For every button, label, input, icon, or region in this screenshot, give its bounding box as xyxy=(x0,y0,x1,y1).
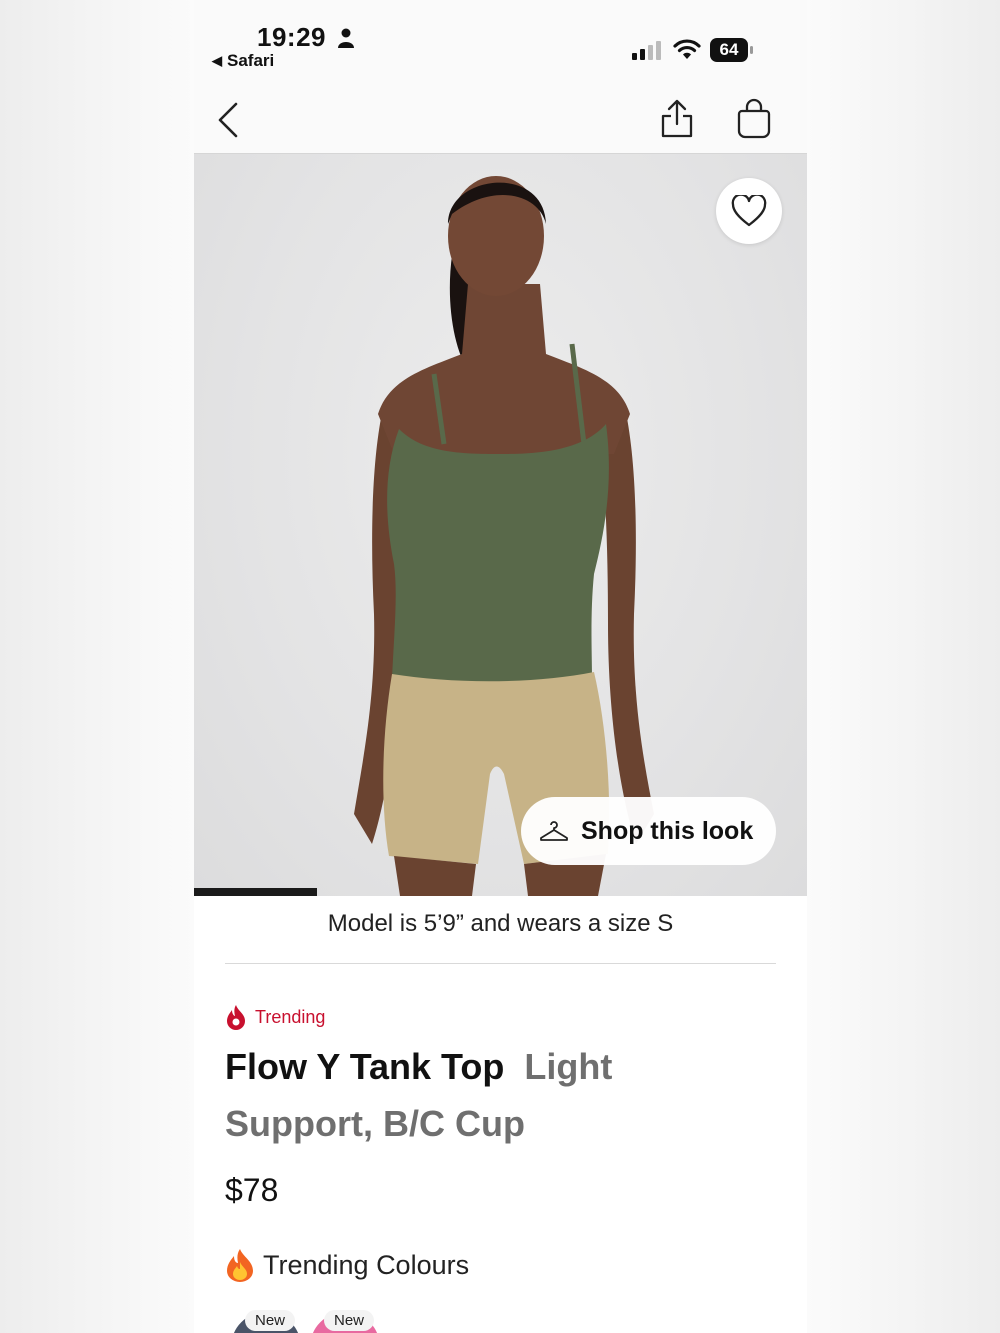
fire-emoji-icon xyxy=(227,1249,253,1282)
trending-label: Trending xyxy=(255,1006,326,1027)
product-name: Flow Y Tank Top xyxy=(225,1046,505,1087)
product-price: $78 xyxy=(225,1172,279,1208)
back-chevron-icon[interactable] xyxy=(214,100,242,140)
hanger-icon xyxy=(540,821,568,841)
shopping-bag-icon[interactable] xyxy=(736,98,772,140)
product-title: Flow Y Tank Top Light Support, B/C Cup xyxy=(225,1038,745,1152)
divider xyxy=(225,963,776,964)
product-model-photo xyxy=(354,176,654,896)
app-screen: 19:29 ◀ Safari 64 Shop this look Model i… xyxy=(194,0,807,1333)
carousel-progress xyxy=(194,888,807,896)
colour-swatch[interactable]: New xyxy=(231,1308,301,1333)
battery-icon: 64 xyxy=(710,38,754,62)
trending-colours-label: Trending Colours xyxy=(263,1249,470,1280)
product-image-carousel[interactable]: Shop this look xyxy=(194,154,807,896)
back-triangle-icon: ◀ xyxy=(212,53,222,68)
colour-swatch[interactable]: New xyxy=(310,1308,380,1333)
battery-level: 64 xyxy=(710,38,748,62)
back-to-app-link[interactable]: ◀ Safari xyxy=(212,51,274,71)
favorite-button[interactable] xyxy=(716,178,782,244)
trending-badge: Trending xyxy=(225,1004,325,1030)
carousel-progress-fill xyxy=(194,888,317,896)
wifi-icon xyxy=(673,39,701,59)
swatch-new-tag: New xyxy=(324,1310,375,1331)
back-app-label: Safari xyxy=(227,51,275,70)
shop-this-look-button[interactable]: Shop this look xyxy=(521,797,776,865)
model-size-info: Model is 5’9” and wears a size S xyxy=(327,910,674,937)
shop-this-look-label: Shop this look xyxy=(581,816,754,845)
status-bar: 19:29 ◀ Safari 64 xyxy=(194,0,807,86)
heart-icon xyxy=(731,195,767,227)
status-time: 19:29 xyxy=(257,22,326,52)
swatch-new-tag: New xyxy=(245,1310,296,1331)
share-icon[interactable] xyxy=(660,98,694,140)
flame-icon xyxy=(227,1005,245,1030)
navigation-bar xyxy=(194,86,807,154)
person-icon xyxy=(338,28,354,48)
cellular-signal-icon xyxy=(632,41,661,60)
trending-colours-heading: Trending Colours xyxy=(225,1248,469,1282)
